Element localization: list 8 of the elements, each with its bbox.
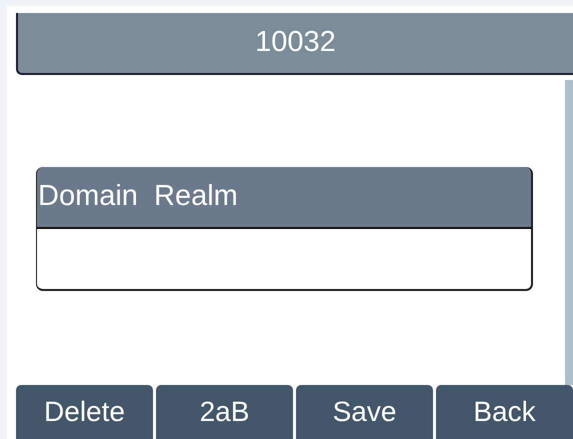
softkey-button[interactable]: Back bbox=[436, 385, 573, 439]
scrollbar[interactable] bbox=[565, 80, 573, 385]
softkey-button[interactable]: Delete bbox=[16, 385, 153, 439]
input-field[interactable] bbox=[36, 229, 533, 291]
softkey-button[interactable]: 2aB bbox=[156, 385, 293, 439]
softkey-button[interactable]: Save bbox=[296, 385, 433, 439]
window-title: 10032 bbox=[16, 13, 573, 75]
field-label: Domain Realm bbox=[36, 167, 533, 229]
